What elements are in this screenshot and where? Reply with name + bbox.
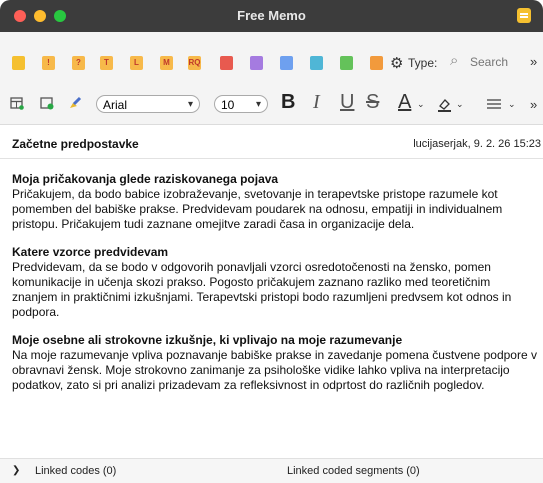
italic-button[interactable]: I: [313, 91, 320, 114]
strikethrough-button[interactable]: S: [366, 91, 379, 114]
linked-coded-segments[interactable]: Linked coded segments (0): [287, 465, 420, 477]
memo-title: Začetne predpostavke: [12, 137, 139, 151]
chevron-down-icon[interactable]: ⌄: [417, 99, 425, 110]
font-size-select[interactable]: 10 ▾: [214, 95, 268, 113]
memo-rq-icon[interactable]: RQ: [188, 56, 201, 70]
font-family-value: Arial: [103, 98, 128, 112]
text-color-button[interactable]: A: [398, 91, 411, 114]
chevron-down-icon[interactable]: ⌄: [508, 99, 516, 110]
type-label: Type:: [408, 56, 438, 70]
memo-important-icon[interactable]: !: [42, 56, 55, 70]
highlighter-icon[interactable]: [68, 96, 82, 110]
search-icon: ⌕: [450, 52, 459, 69]
insert-link-icon[interactable]: [40, 96, 54, 110]
section-body: Na moje razumevanje vpliva poznavanje ba…: [12, 348, 537, 392]
bold-button[interactable]: B: [281, 91, 295, 114]
memo-orange-icon[interactable]: [370, 56, 383, 70]
section-heading: Moja pričakovanja glede raziskovanega po…: [12, 172, 279, 186]
memo-theory-icon[interactable]: T: [100, 56, 113, 70]
search-input[interactable]: [468, 54, 528, 70]
memo-violet-icon[interactable]: [250, 56, 263, 70]
memo-method-icon[interactable]: M: [160, 56, 173, 70]
divider: [0, 158, 543, 159]
insert-table-icon[interactable]: [10, 96, 24, 110]
section-heading: Katere vzorce predvidevam: [12, 245, 169, 259]
section-body: Pričakujem, da bodo babice izobraževanje…: [12, 187, 503, 231]
highlight-color-icon[interactable]: [436, 96, 454, 114]
memo-cyan-icon[interactable]: [310, 56, 323, 70]
underline-button[interactable]: U: [340, 91, 354, 114]
more-tools-button[interactable]: »: [530, 54, 537, 69]
search-box[interactable]: ⌕: [450, 52, 528, 71]
section-heading: Moje osebne ali strokovne izkušnje, ki v…: [12, 333, 403, 347]
memo-editor[interactable]: Moja pričakovanja glede raziskovanega po…: [12, 172, 537, 406]
align-icon[interactable]: [486, 98, 502, 110]
font-size-value: 10: [221, 98, 235, 112]
title-bar: Free Memo: [0, 0, 543, 32]
memo-blue-icon[interactable]: [280, 56, 293, 70]
section-body: Predvidevam, da se bodo v odgovorih pona…: [12, 260, 512, 319]
memo-icon[interactable]: [517, 8, 531, 23]
font-family-select[interactable]: Arial ▾: [96, 95, 200, 113]
memo-question-icon[interactable]: ?: [72, 56, 85, 70]
more-format-button[interactable]: »: [530, 97, 537, 112]
memo-literature-icon[interactable]: L: [130, 56, 143, 70]
memo-red-icon[interactable]: [220, 56, 233, 70]
memo-meta: lucijaserjak, 9. 2. 26 15:23: [413, 138, 541, 150]
chevron-down-icon: ▾: [255, 99, 261, 110]
memo-type-toolbar: !? T L M RQ ⚙ Type: ⌕ »: [0, 32, 543, 86]
chevron-right-icon[interactable]: ❯: [12, 465, 20, 476]
memo-yellow-icon[interactable]: [12, 56, 25, 70]
window-title: Free Memo: [237, 8, 306, 23]
chevron-down-icon: ▾: [187, 99, 193, 110]
gear-icon[interactable]: ⚙: [390, 54, 403, 72]
links-footer: ❯ Linked codes (0) Linked coded segments…: [0, 458, 543, 483]
memo-green-icon[interactable]: [340, 56, 353, 70]
linked-codes[interactable]: Linked codes (0): [35, 465, 116, 477]
chevron-down-icon[interactable]: ⌄: [456, 99, 464, 110]
formatting-toolbar: Arial ▾ 10 ▾ B I U S A ⌄ ⌄ ⌄ »: [0, 86, 543, 125]
